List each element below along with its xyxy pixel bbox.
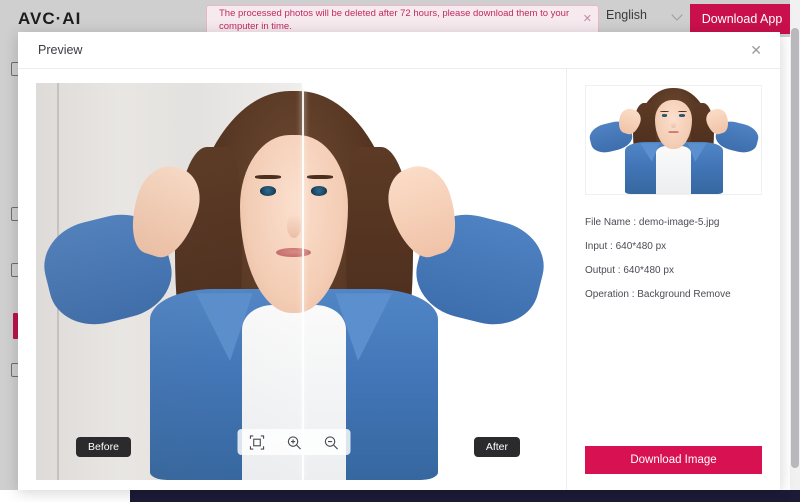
modal-body: Before After File Name: demo-image-5.jp… (18, 69, 780, 490)
language-selector[interactable]: English (606, 8, 682, 22)
after-label: After (473, 437, 520, 457)
before-label: Before (76, 437, 131, 457)
page-bottom-bar (130, 490, 800, 502)
thumb-brow-right (677, 111, 687, 113)
page-title: Preview (38, 43, 83, 57)
subject-eye-left (259, 186, 276, 196)
operation-row: Operation : Background Remove (585, 289, 731, 300)
image-viewer: Before After (18, 69, 566, 490)
subject-brow-left (254, 175, 281, 179)
subject-eye-right (311, 186, 327, 196)
language-label: English (606, 8, 647, 22)
download-image-button[interactable]: Download Image (585, 446, 762, 474)
before-after-divider[interactable] (301, 83, 304, 480)
preview-modal: Preview ✕ Before After File Name: demo-… (18, 32, 780, 490)
thumbnail-photo (586, 86, 761, 194)
file-info-panel: File Name : demo-image-5.jpg Input : 640… (566, 69, 780, 490)
subject-nose (286, 214, 301, 238)
photo-subject (36, 83, 552, 480)
thumbnail-subject (586, 86, 761, 194)
zoom-in-icon[interactable] (287, 435, 302, 450)
thumb-eye-left (661, 114, 668, 117)
viewer-toolbar (237, 429, 351, 455)
subject-brow-right (306, 175, 333, 179)
close-icon[interactable]: ✕ (746, 39, 766, 61)
result-thumbnail[interactable] (585, 85, 762, 195)
fit-screen-icon[interactable] (249, 434, 265, 450)
retention-notice-text: The processed photos will be deleted aft… (219, 8, 570, 32)
file-name-row: File Name : demo-image-5.jpg (585, 217, 720, 228)
thumb-eye-right (679, 114, 685, 117)
before-after-canvas[interactable]: Before After (36, 83, 552, 480)
thumb-brow-left (660, 111, 669, 113)
modal-header: Preview ✕ (18, 32, 780, 69)
file-info-list: File Name : demo-image-5.jpg Input : 640… (585, 217, 762, 300)
input-size-row: Input : 640*480 px (585, 241, 667, 252)
download-app-button[interactable]: Download App (690, 4, 794, 34)
zoom-out-icon[interactable] (324, 435, 339, 450)
page-scrollbar[interactable] (790, 0, 800, 490)
app-logo: AVC·AI (18, 8, 82, 28)
page-scrollbar-thumb[interactable] (791, 28, 799, 468)
thumb-shirt (656, 146, 691, 194)
output-size-row: Output : 640*480 px (585, 265, 674, 276)
thumb-nose (671, 121, 676, 129)
subject-mouth (276, 247, 311, 258)
preview-photo (36, 83, 552, 480)
chevron-down-icon (673, 11, 682, 20)
close-icon[interactable]: ✕ (583, 14, 592, 25)
